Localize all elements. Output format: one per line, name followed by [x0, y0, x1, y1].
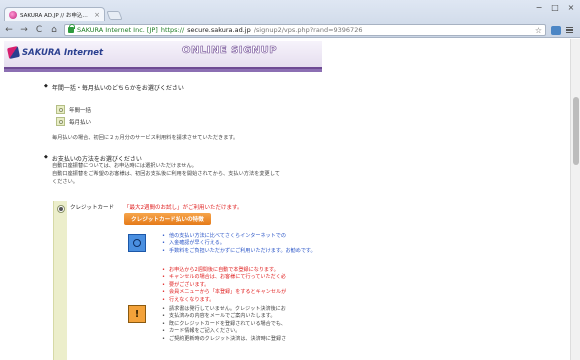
option-annual[interactable]: 年間一括 — [56, 105, 91, 114]
page-scrollbar[interactable] — [570, 39, 580, 360]
online-signup-heading: ONLINE SIGNUP — [182, 45, 278, 57]
maximize-icon[interactable]: □ — [550, 3, 560, 12]
payment-method-note-2: 自動口座振替をご希望のお客様は、初回お支払後に利用を開始されてから、支払い方法を… — [52, 171, 280, 177]
forward-arrow-icon[interactable]: → — [19, 25, 29, 35]
lock-icon — [68, 24, 75, 33]
payment-cycle-label: 年間一括・毎月払いのどちらかをお選びください — [51, 85, 184, 92]
back-arrow-icon[interactable]: ← — [4, 25, 14, 35]
browser-toolbar: ← → C ⌂ SAKURA Internet Inc. [JP] https:… — [0, 22, 580, 38]
credit-card-label: クレジットカード — [70, 205, 115, 211]
camera-extension-icon[interactable] — [551, 25, 561, 35]
option-monthly[interactable]: 毎月払い — [56, 117, 91, 126]
address-bar[interactable]: SAKURA Internet Inc. [JP] https:// secur… — [64, 24, 546, 36]
list-item: カード情報をご記入ください。 — [162, 328, 286, 336]
exclamation-warning-icon: ! — [128, 305, 146, 323]
sakura-favicon-icon — [9, 10, 17, 19]
sakura-logo[interactable]: SAKURA Internet — [6, 45, 104, 60]
payment-cycle-note: 毎月払いの場合、初回に２ヵ月分のサービス利用料を請求させていただきます。 — [52, 135, 239, 141]
list-item: 会員メニューから「本登録」をするとキャンセルが — [162, 289, 286, 297]
radio-credit-card[interactable] — [57, 205, 65, 213]
payment-cycle-question: ◆ 年間一括・毎月払いのどちらかをお選びください — [44, 83, 184, 92]
tab-close-icon[interactable]: × — [94, 11, 100, 19]
radio-monthly[interactable] — [56, 117, 65, 126]
reload-icon[interactable]: C — [34, 25, 44, 35]
option-annual-label: 年間一括 — [69, 107, 92, 114]
diamond-bullet-icon: ◆ — [44, 154, 48, 160]
minimize-icon[interactable]: − — [534, 3, 544, 12]
browser-tab[interactable]: SAKURA AD.JP // お申込… × — [4, 7, 105, 21]
payment-method-note-1: 自動口座振替については、お申込時には選択いただけません。 — [52, 163, 197, 169]
tab-title: SAKURA AD.JP // お申込… — [20, 12, 88, 19]
banner-divider — [4, 69, 322, 72]
site-banner: SAKURA Internet ONLINE SIGNUP — [4, 41, 322, 69]
credit-card-option-panel[interactable] — [53, 201, 67, 360]
option-monthly-label: 毎月払い — [69, 119, 92, 126]
credit-card-benefits: 他の支払い方法に比べてさくらインターネットでの 入金確認が早く行える。 手数料を… — [162, 233, 316, 256]
circle-info-icon — [128, 234, 146, 252]
url-path: /signup2/vps.php?rand=9396726 — [253, 26, 363, 34]
close-window-icon[interactable]: × — [566, 3, 576, 12]
new-tab-button[interactable] — [106, 11, 123, 20]
credit-card-features-tag: クレジットカード払いの特徴 — [124, 213, 211, 225]
list-item: 手数料をご負担いただかずにご利用いただけます。お勧めです。 — [162, 248, 316, 256]
sakura-logo-mark-icon — [6, 45, 21, 60]
list-item: 行えなくなります。 — [162, 297, 286, 305]
list-item: 入金確認が早く行える。 — [162, 240, 316, 248]
credit-card-warnings: お申込から2週間後に自動で本登録になります。 キャンセルの場合は、お客様にて行っ… — [162, 267, 286, 304]
browser-chrome: SAKURA AD.JP // お申込… × − □ × ← → C ⌂ SAK… — [0, 0, 580, 38]
window-controls: − □ × — [534, 3, 576, 12]
url-host: secure.sakura.ad.jp — [187, 26, 251, 34]
diamond-bullet-icon: ◆ — [44, 83, 48, 89]
trial-note: 「最大2週間のお試し」がご利用いただけます。 — [124, 205, 243, 211]
credit-card-notes: 請求書は発行していません。クレジット決済後にお 支払済みの内容をメールでご案内い… — [162, 306, 286, 343]
url-scheme: https:// — [160, 26, 185, 34]
logo-text: SAKURA Internet — [22, 47, 104, 58]
page-viewport: SAKURA Internet ONLINE SIGNUP ◆ 年間一括・毎月払… — [0, 39, 570, 360]
menu-icon[interactable] — [566, 26, 576, 35]
list-item: キャンセルの場合は、お客様にて行っていただく必 — [162, 274, 286, 282]
payment-method-note-3: ください。 — [52, 179, 78, 185]
list-item: ご契約更新時のクレジット決済は、決済時に登録さ — [162, 336, 286, 344]
home-icon[interactable]: ⌂ — [49, 25, 59, 35]
radio-annual[interactable] — [56, 105, 65, 114]
ev-certificate-badge[interactable]: SAKURA Internet Inc. [JP] — [77, 26, 158, 34]
list-item: 支払済みの内容をメールでご案内いたします。 — [162, 313, 286, 321]
bookmark-star-icon[interactable]: ☆ — [535, 26, 542, 35]
scrollbar-thumb[interactable] — [573, 97, 579, 165]
